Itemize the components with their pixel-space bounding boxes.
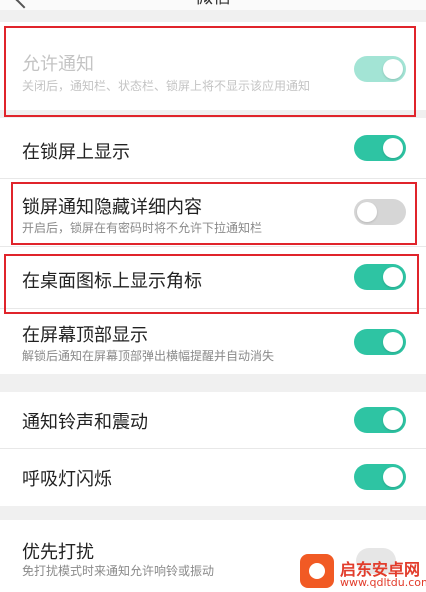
priority-desc: 免打扰模式时来通知允许响铃或振动: [22, 564, 215, 578]
sound-row[interactable]: 通知铃声和震动: [0, 392, 426, 448]
toggle-knob: [383, 332, 403, 352]
lockscreen-show-toggle[interactable]: [354, 135, 406, 161]
settings-card: 在锁屏上显示 锁屏通知隐藏详细内容 开启后，锁屏在有密码时将不允许下拉通知栏 在…: [0, 118, 426, 374]
lockscreen-show-row[interactable]: 在锁屏上显示: [0, 118, 426, 178]
lockscreen-show-label: 在锁屏上显示: [22, 142, 130, 163]
banner-desc: 解锁后通知在屏幕顶部弹出横幅提醒并自动消失: [22, 349, 275, 363]
toggle-knob: [383, 467, 403, 487]
title-bar: 微信: [0, 0, 426, 10]
back-arrow-icon[interactable]: [15, 0, 33, 9]
toggle-knob: [383, 410, 403, 430]
page-title: 微信: [195, 0, 231, 8]
banner-label: 在屏幕顶部显示: [22, 325, 148, 346]
highlight-box-badge: [4, 254, 419, 314]
highlight-box-lockscreen-hide: [11, 182, 417, 245]
sound-card: 通知铃声和震动 呼吸灯闪烁: [0, 392, 426, 506]
led-toggle[interactable]: [354, 464, 406, 490]
toggle-knob: [383, 138, 403, 158]
banner-row[interactable]: 在屏幕顶部显示 解锁后通知在屏幕顶部弹出横幅提醒并自动消失: [0, 309, 426, 374]
banner-toggle[interactable]: [354, 329, 406, 355]
highlight-box-allow: [4, 26, 416, 117]
watermark: 启东安卓网 www.qdltdu.com: [296, 550, 426, 592]
watermark-url: www.qdltdu.com: [340, 576, 426, 589]
sound-label: 通知铃声和震动: [22, 412, 148, 433]
watermark-logo-icon: [300, 554, 334, 588]
priority-label: 优先打扰: [22, 542, 94, 563]
led-label: 呼吸灯闪烁: [22, 469, 112, 490]
led-row[interactable]: 呼吸灯闪烁: [0, 449, 426, 506]
sound-toggle[interactable]: [354, 407, 406, 433]
